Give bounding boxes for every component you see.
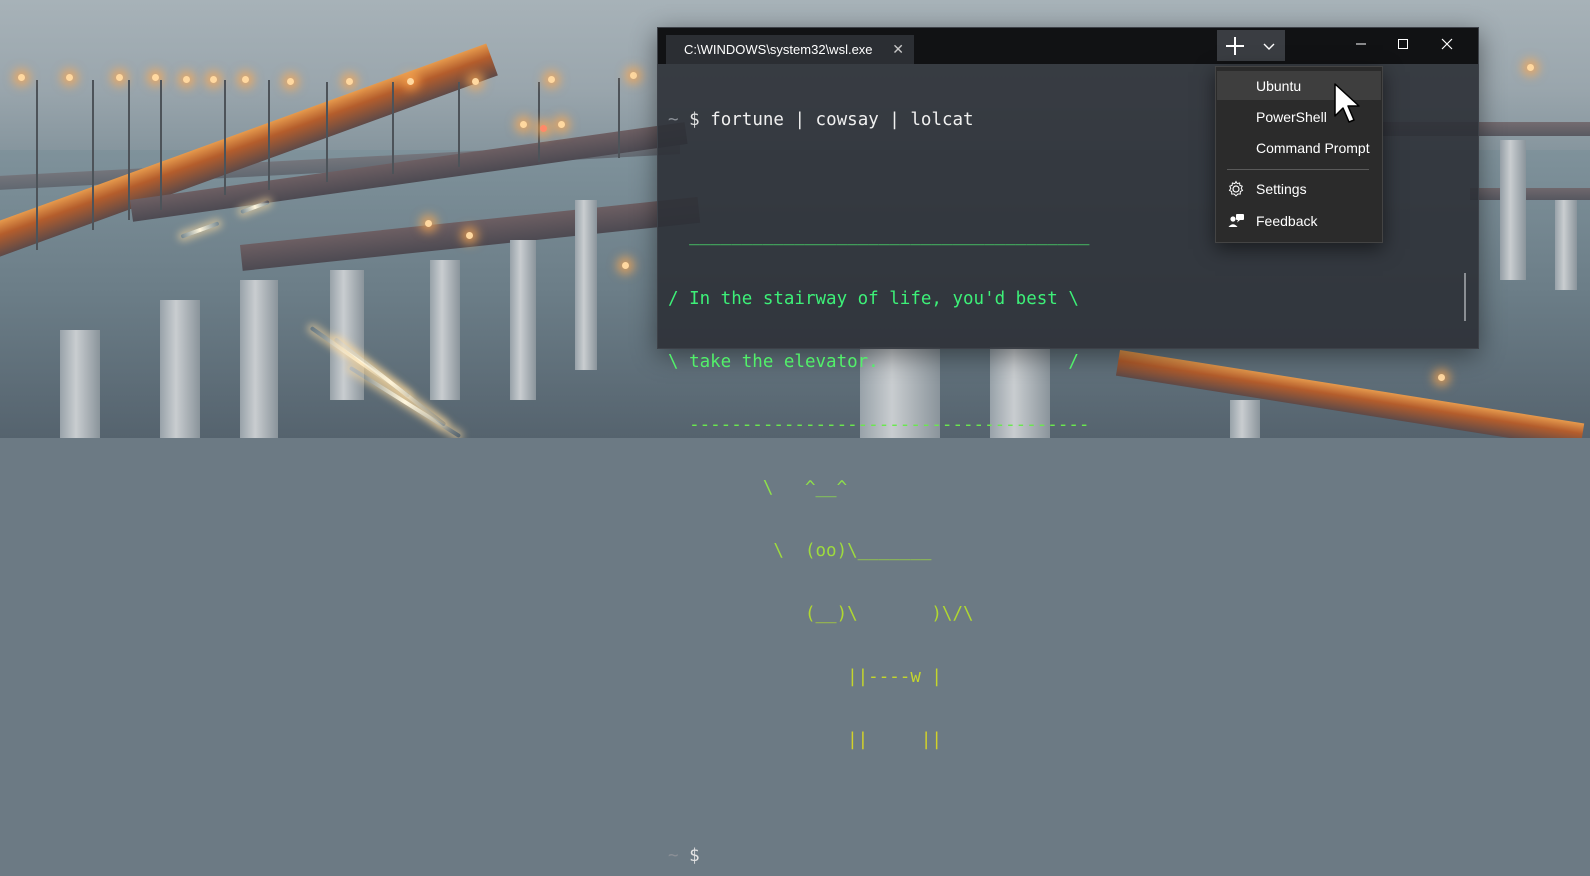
menu-item-label: PowerShell bbox=[1256, 108, 1327, 125]
street-lamp bbox=[66, 74, 73, 81]
street-lamp bbox=[160, 80, 162, 210]
street-lamp bbox=[548, 76, 555, 83]
street-lamp bbox=[210, 76, 217, 83]
prompt-tilde: ~ bbox=[668, 846, 679, 866]
bridge-deck bbox=[1470, 188, 1590, 200]
minimize-button[interactable] bbox=[1338, 28, 1384, 60]
street-lamp bbox=[466, 232, 473, 239]
bridge-pillar bbox=[510, 240, 536, 400]
output-line: \ take the elevator. / bbox=[668, 352, 1079, 372]
minimize-icon bbox=[1356, 43, 1366, 45]
output-line: \ ^__^ bbox=[668, 478, 848, 498]
street-lamp bbox=[458, 82, 460, 167]
street-lamp bbox=[128, 80, 130, 220]
output-line: || || bbox=[668, 730, 942, 750]
close-icon bbox=[1441, 38, 1453, 50]
traffic-light bbox=[540, 125, 547, 132]
menu-item-command-prompt[interactable]: Command Prompt bbox=[1217, 133, 1381, 162]
street-lamp bbox=[630, 72, 637, 79]
street-lamp bbox=[18, 74, 25, 81]
street-lamp bbox=[618, 78, 620, 158]
street-lamp bbox=[224, 80, 226, 195]
output-line: -------------------------------------- bbox=[668, 415, 1090, 435]
prompt-dollar: $ bbox=[689, 846, 700, 866]
street-lamp bbox=[622, 262, 629, 269]
street-lamp bbox=[472, 78, 479, 85]
bridge-pillar bbox=[240, 280, 278, 438]
menu-item-label: Feedback bbox=[1256, 212, 1318, 229]
traffic-light bbox=[558, 121, 565, 128]
output-line: / In the stairway of life, you'd best \ bbox=[668, 289, 1079, 309]
street-lamp bbox=[152, 74, 159, 81]
command-text: fortune | cowsay | lolcat bbox=[710, 110, 974, 130]
menu-item-settings[interactable]: Settings bbox=[1217, 174, 1381, 203]
chevron-down-icon bbox=[1263, 43, 1275, 50]
output-line: \ (oo)\_______ bbox=[668, 541, 932, 561]
prompt-line: ~ $ bbox=[668, 846, 1458, 867]
street-lamp bbox=[326, 82, 328, 182]
menu-separator bbox=[1227, 169, 1369, 170]
maximize-icon bbox=[1398, 39, 1408, 49]
traffic-light bbox=[520, 121, 527, 128]
street-lamp bbox=[407, 78, 414, 85]
menu-item-label: Command Prompt bbox=[1256, 139, 1370, 156]
plus-icon bbox=[1226, 36, 1244, 55]
bridge-pillar bbox=[1500, 140, 1526, 280]
maximize-button[interactable] bbox=[1380, 28, 1426, 60]
street-lamp bbox=[92, 80, 94, 230]
output-line: (__)\ )\/\ bbox=[668, 604, 974, 624]
prompt-dollar: $ bbox=[689, 110, 700, 130]
bridge-pillar bbox=[430, 260, 460, 400]
street-lamp bbox=[425, 220, 432, 227]
street-lamp bbox=[36, 80, 38, 250]
gear-icon bbox=[1228, 180, 1244, 197]
menu-item-feedback[interactable]: Feedback bbox=[1217, 206, 1381, 235]
tab-title: C:\WINDOWS\system32\wsl.exe bbox=[684, 42, 873, 57]
street-lamp bbox=[346, 78, 353, 85]
prompt-tilde: ~ bbox=[668, 110, 679, 130]
bridge-pillar bbox=[1555, 200, 1577, 290]
close-icon[interactable]: ✕ bbox=[892, 41, 904, 57]
street-lamp bbox=[287, 78, 294, 85]
tab-dropdown-button[interactable] bbox=[1253, 30, 1285, 61]
close-window-button[interactable] bbox=[1424, 28, 1470, 60]
street-lamp bbox=[116, 74, 123, 81]
street-lamp bbox=[1527, 64, 1534, 71]
street-lamp bbox=[268, 80, 270, 190]
menu-item-label: Settings bbox=[1256, 180, 1307, 197]
new-tab-button[interactable] bbox=[1217, 30, 1253, 61]
tab-wsl[interactable]: C:\WINDOWS\system32\wsl.exe ✕ bbox=[666, 35, 914, 64]
bridge-pillar bbox=[330, 270, 364, 400]
street-lamp bbox=[242, 76, 249, 83]
menu-item-label: Ubuntu bbox=[1256, 77, 1302, 94]
street-lamp bbox=[538, 82, 540, 162]
bridge-pillar bbox=[60, 330, 100, 438]
feedback-icon bbox=[1228, 214, 1244, 227]
output-line: ||----w | bbox=[668, 667, 942, 687]
bridge-pillar bbox=[575, 200, 597, 370]
title-bar[interactable]: C:\WINDOWS\system32\wsl.exe ✕ bbox=[658, 28, 1478, 64]
mouse-cursor-icon bbox=[1334, 83, 1360, 123]
scrollbar[interactable] bbox=[1464, 273, 1466, 321]
bridge-pillar bbox=[160, 300, 200, 438]
street-lamp bbox=[392, 82, 394, 174]
street-lamp bbox=[183, 76, 190, 83]
